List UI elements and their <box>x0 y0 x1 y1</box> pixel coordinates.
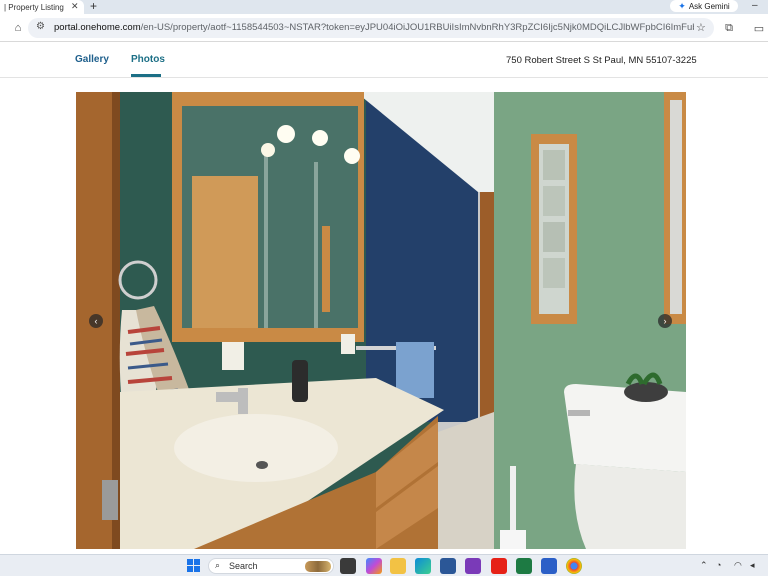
next-photo-button[interactable]: › <box>658 314 672 328</box>
app-icon[interactable] <box>465 558 481 574</box>
side-panel-icon[interactable]: ▭ <box>752 21 766 35</box>
taskbar-search-box[interactable]: ⌕ Search <box>208 558 334 574</box>
toilet <box>564 384 686 472</box>
tab-gallery[interactable]: Gallery <box>75 54 109 65</box>
extensions-icon[interactable]: ⧉ <box>722 21 736 35</box>
new-tab-icon[interactable]: + <box>90 0 97 13</box>
address-bar[interactable]: ⚙ portal.onehome.com/en-US/property/aotf… <box>28 18 714 38</box>
network-icon[interactable]: ◔ <box>716 560 721 570</box>
url-host: portal.onehome.com <box>54 22 141 33</box>
search-icon: ⌕ <box>215 560 221 570</box>
excel-icon[interactable] <box>516 558 532 574</box>
windows-start-icon[interactable] <box>187 559 201 573</box>
chrome-icon[interactable] <box>566 558 582 574</box>
tab-title: | Property Listing <box>4 2 64 12</box>
active-tab-indicator <box>131 74 161 77</box>
search-label: Search <box>229 561 258 571</box>
edge-icon[interactable] <box>415 558 431 574</box>
gemini-icon: ✦ <box>678 0 686 11</box>
windows-taskbar: ⌕ Search ⌃ ◔ ◠ ◂ <box>0 554 768 576</box>
tab-photos[interactable]: Photos <box>131 54 165 65</box>
bookmark-star-icon[interactable]: ☆ <box>696 21 706 34</box>
search-highlight-image <box>305 561 331 572</box>
bathroom-photo <box>76 92 686 549</box>
tray-overflow-icon[interactable]: ⌃ <box>700 560 708 571</box>
browser-tab-bar: | Property Listing ✕ + ✦ Ask Gemini – <box>0 0 768 14</box>
site-info-icon[interactable]: ⚙ <box>36 21 45 32</box>
task-view-icon[interactable] <box>340 558 356 574</box>
home-icon[interactable]: ⌂ <box>11 21 25 35</box>
ask-gemini-label: Ask Gemini <box>688 1 730 11</box>
browser-toolbar: ⌂ ⚙ portal.onehome.com/en-US/property/ao… <box>0 14 768 42</box>
previous-photo-button[interactable]: ‹ <box>89 314 103 328</box>
property-address: 750 Robert Street S St Paul, MN 55107-32… <box>506 55 697 66</box>
volume-icon[interactable]: ◂ <box>750 560 755 571</box>
store-icon[interactable] <box>440 558 456 574</box>
folder-icon[interactable] <box>390 558 406 574</box>
youtube-icon[interactable] <box>491 558 507 574</box>
wifi-icon[interactable]: ◠ <box>734 560 742 571</box>
listing-photo[interactable] <box>76 92 686 549</box>
minimize-icon[interactable]: – <box>752 0 758 12</box>
url-text[interactable]: portal.onehome.com/en-US/property/aotf~1… <box>54 22 694 33</box>
word-icon[interactable] <box>541 558 557 574</box>
url-path: /en-US/property/aotf~1158544503~NSTAR?to… <box>140 22 694 33</box>
listing-nav: Gallery Photos 750 Robert Street S St Pa… <box>0 43 768 78</box>
copilot-icon[interactable] <box>366 558 382 574</box>
ask-gemini-button[interactable]: ✦ Ask Gemini <box>670 0 738 12</box>
close-tab-icon[interactable]: ✕ <box>71 0 79 13</box>
browser-tab[interactable]: | Property Listing ✕ <box>0 0 84 14</box>
